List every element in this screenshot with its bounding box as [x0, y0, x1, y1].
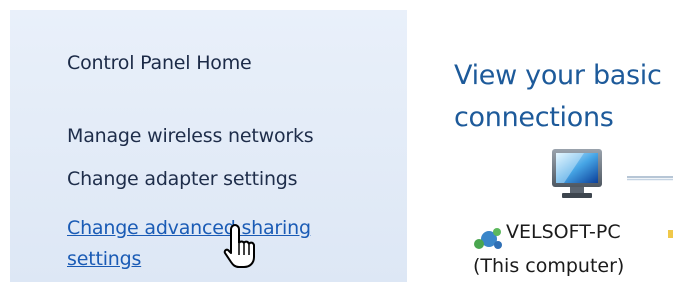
computer-name[interactable]: VELSOFT-PC — [506, 221, 621, 243]
network-connection-line — [627, 176, 673, 181]
hand-pointer-cursor-icon — [223, 224, 255, 268]
page-title: View your basic connections — [454, 55, 662, 139]
computer-icon — [552, 149, 602, 198]
control-panel-home-link[interactable]: Control Panel Home — [67, 52, 252, 74]
left-navigation-pane: Control Panel Home Manage wireless netwo… — [10, 10, 407, 282]
partial-icon-edge — [668, 230, 673, 238]
change-adapter-settings-link[interactable]: Change adapter settings — [67, 168, 298, 190]
network-node-icon — [474, 228, 502, 249]
manage-wireless-networks-link[interactable]: Manage wireless networks — [67, 125, 314, 147]
page-title-line: View your basic — [454, 60, 662, 91]
change-advanced-sharing-settings-link[interactable]: Change advanced sharing settings — [67, 213, 357, 275]
page-title-line: connections — [454, 102, 614, 133]
computer-subtitle: (This computer) — [473, 255, 625, 277]
